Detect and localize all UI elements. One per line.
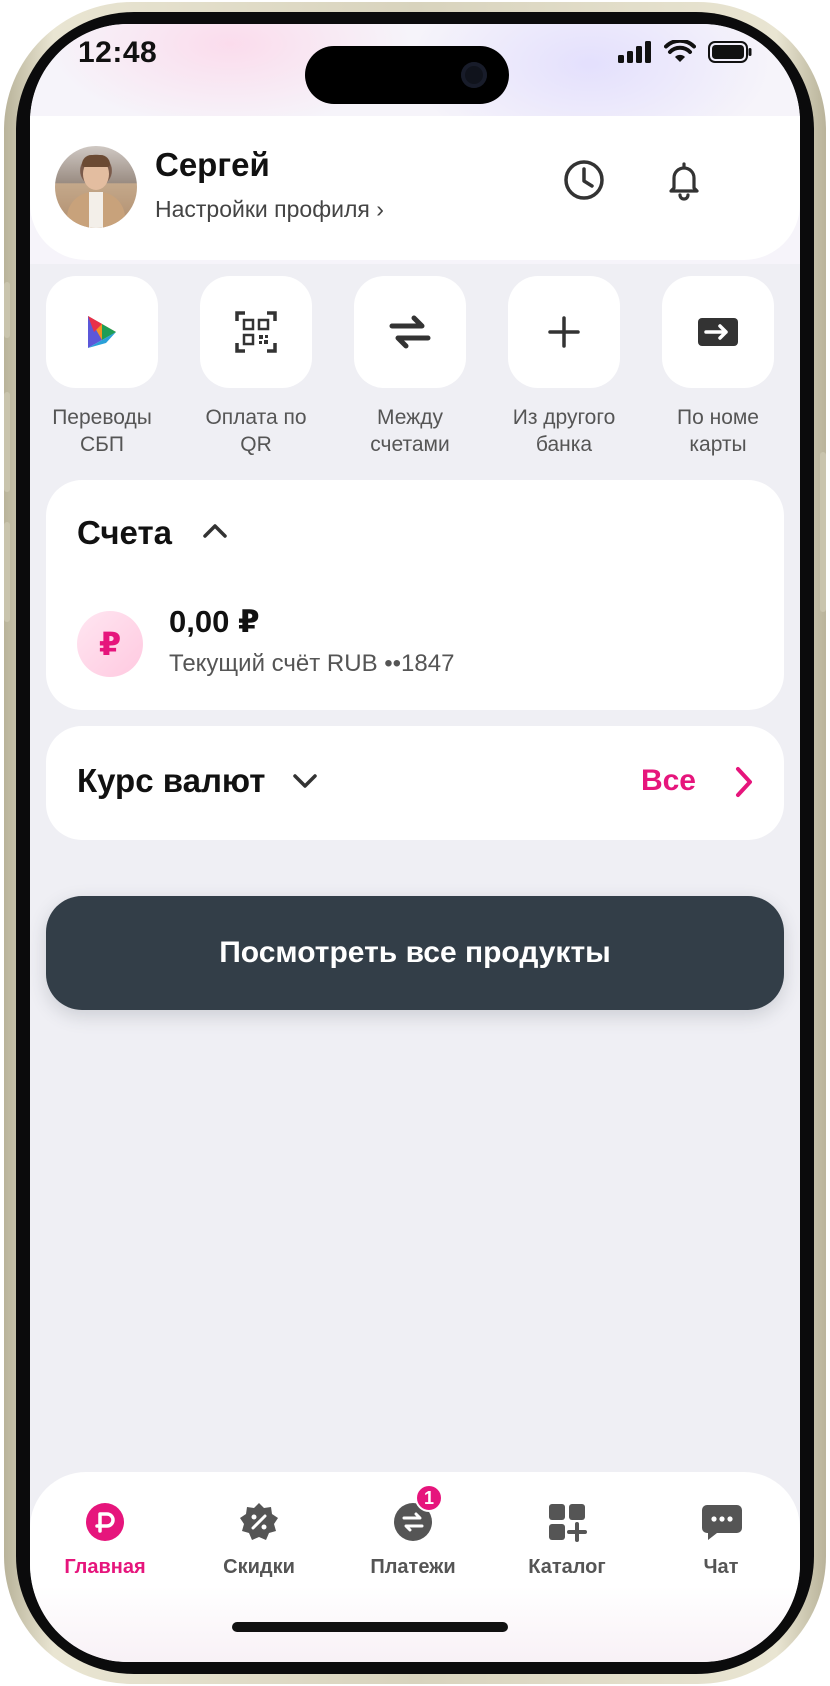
tab-label: Чат [703,1556,739,1578]
chevron-down-icon[interactable] [292,772,318,790]
chevron-up-icon[interactable] [202,522,228,540]
quick-action-label: Между счетами [370,406,450,456]
avatar-hair [82,155,110,167]
quick-action-sbp[interactable]: Переводы СБП [46,276,158,458]
home-icon [86,1503,124,1541]
account-balance[interactable]: 0,00 ₽ [169,604,260,640]
power-button [820,452,826,612]
currency-rates-title[interactable]: Курс валют [77,762,265,800]
currency-all-link[interactable]: Все [641,764,696,798]
dynamic-island [305,46,509,104]
plus-icon [548,316,580,348]
bottom-tab-bar: Главная Скидки 1 Платежи Каталог Чат [30,1472,800,1662]
tab-catalog[interactable]: Каталог [492,1502,642,1579]
app-screen: 12:48 Сергей Настройки профиля › Перевод… [30,24,800,1662]
sbp-icon [88,316,116,348]
tab-label: Каталог [528,1556,606,1578]
payments-badge: 1 [415,1484,443,1512]
quick-action-tile[interactable] [46,276,158,388]
quick-action-tile[interactable] [200,276,312,388]
profile-settings-link[interactable]: Настройки профиля › [155,196,384,223]
avatar-shirt [89,192,103,228]
quick-action-label: По номе карты [676,406,759,456]
chat-icon [702,1505,742,1540]
home-indicator[interactable] [232,1622,508,1632]
status-icons [618,40,752,64]
tab-icon-wrap: 1 [393,1484,443,1542]
volume-down-button [4,522,10,622]
view-all-products-button[interactable]: Посмотреть все продукты [46,896,784,1010]
tab-label: Скидки [223,1556,295,1578]
profile-header: Сергей Настройки профиля › [30,116,800,260]
quick-action-tile[interactable] [354,276,466,388]
quick-action-tile[interactable] [508,276,620,388]
tab-payments[interactable]: 1 Платежи [338,1484,488,1579]
mute-switch [4,282,10,338]
quick-action-qr[interactable]: Оплата по QR [200,276,312,458]
quick-action-label: Переводы СБП [52,406,152,456]
tab-label: Главная [64,1556,146,1578]
status-time: 12:48 [78,36,158,69]
card-arrow-icon [698,318,738,346]
quick-action-tile[interactable] [662,276,774,388]
quick-action-label: Из другого банка [512,406,616,456]
accounts-title[interactable]: Счета [77,514,172,552]
tab-home[interactable]: Главная [30,1502,180,1579]
quick-actions-row: Переводы СБП Оплата по QR Между счетами … [46,276,800,456]
quick-action-label: Оплата по QR [205,406,307,456]
camera [461,62,487,88]
transfer-arrows-icon [389,315,431,349]
wifi-icon [664,40,696,62]
discount-icon [240,1503,278,1540]
tab-label: Платежи [370,1556,456,1578]
catalog-icon [549,1504,587,1542]
notifications-bell-icon[interactable] [660,156,708,204]
tab-icon-wrap [239,1502,279,1542]
volume-up-button [4,392,10,492]
ruble-account-icon: ₽ [77,611,143,677]
history-clock-icon[interactable] [560,156,608,204]
qr-icon [235,311,277,353]
avatar[interactable] [55,146,137,228]
tab-icon-wrap [85,1502,125,1542]
battery-icon [708,41,752,63]
quick-action-card-number[interactable]: По номе карты [662,276,774,458]
accounts-card: Счета ₽ 0,00 ₽ Текущий счёт RUB ••1847 [46,480,784,710]
tab-icon-wrap [701,1502,742,1542]
signal-icon [618,41,651,63]
chevron-right-icon[interactable] [734,766,754,798]
quick-action-between-accounts[interactable]: Между счетами [354,276,466,458]
user-name[interactable]: Сергей [155,146,270,184]
quick-action-other-bank[interactable]: Из другого банка [508,276,620,458]
tab-discounts[interactable]: Скидки [184,1502,334,1579]
account-subtitle[interactable]: Текущий счёт RUB ••1847 [169,650,454,678]
tab-chat[interactable]: Чат [646,1502,796,1579]
currency-rates-card[interactable]: Курс валют Все [46,726,784,840]
tab-icon-wrap [547,1502,587,1542]
